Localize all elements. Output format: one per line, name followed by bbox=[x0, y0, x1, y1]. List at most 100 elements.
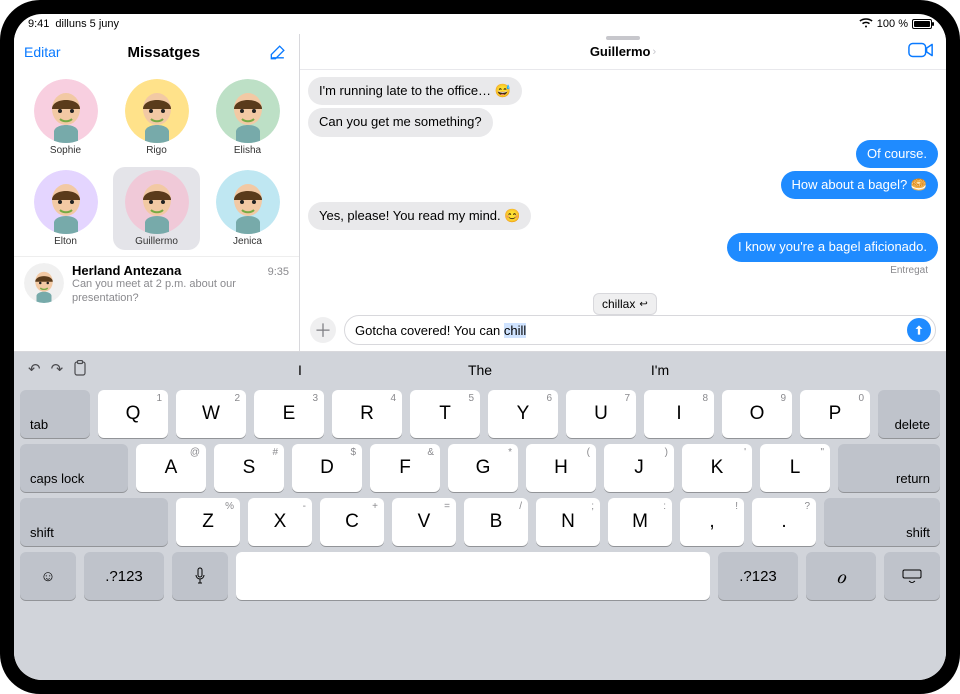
key-y[interactable]: 6Y bbox=[488, 390, 558, 438]
compose-button[interactable] bbox=[267, 41, 289, 63]
pinned-contact[interactable]: Guillermo bbox=[113, 167, 200, 250]
key-x[interactable]: -X bbox=[248, 498, 312, 546]
keyboard-row-3: shift%Z-X+C=V/B;N:M!,?.shift bbox=[20, 498, 940, 546]
key-z[interactable]: %Z bbox=[176, 498, 240, 546]
key-u[interactable]: 7U bbox=[566, 390, 636, 438]
numsym-key-left[interactable]: .?123 bbox=[84, 552, 164, 600]
key-w[interactable]: 2W bbox=[176, 390, 246, 438]
ipad-frame: 9:41 dilluns 5 juny 100 % Editar Missatg… bbox=[0, 0, 960, 694]
composer: chillax ↩︎ ＋ Gotcha covered! You can chi… bbox=[300, 309, 946, 351]
pinned-contact-name: Elton bbox=[54, 236, 77, 247]
facetime-button[interactable] bbox=[908, 40, 934, 60]
key-,[interactable]: !, bbox=[680, 498, 744, 546]
message-thread[interactable]: I'm running late to the office… 😅 Can you… bbox=[300, 70, 946, 309]
message-input-text: Gotcha covered! You can chill bbox=[355, 323, 907, 338]
key-v[interactable]: =V bbox=[392, 498, 456, 546]
key-j[interactable]: )J bbox=[604, 444, 674, 492]
key-o[interactable]: 9O bbox=[722, 390, 792, 438]
key-i[interactable]: 8I bbox=[644, 390, 714, 438]
pinned-contact[interactable]: Elton bbox=[22, 167, 109, 250]
key-d[interactable]: $D bbox=[292, 444, 362, 492]
key-a[interactable]: @A bbox=[136, 444, 206, 492]
pinned-contact-name: Rigo bbox=[146, 145, 167, 156]
undo-icon[interactable]: ↩︎ bbox=[639, 299, 647, 310]
delete-key[interactable]: delete bbox=[878, 390, 940, 438]
avatar bbox=[125, 79, 189, 143]
capslock-key[interactable]: caps lock bbox=[20, 444, 128, 492]
incoming-message[interactable]: I'm running late to the office… 😅 bbox=[308, 77, 938, 105]
pinned-grid: Sophie Rigo Elisha Elton Guillermo Jenic… bbox=[14, 70, 299, 256]
dictation-key[interactable] bbox=[172, 552, 228, 600]
key-b[interactable]: /B bbox=[464, 498, 528, 546]
message-input[interactable]: Gotcha covered! You can chill bbox=[344, 315, 936, 345]
hide-keyboard-key[interactable] bbox=[884, 552, 940, 600]
clipboard-button[interactable] bbox=[73, 360, 87, 380]
avatar bbox=[34, 170, 98, 234]
emoji-key[interactable]: ☺ bbox=[20, 552, 76, 600]
pinned-contact-name: Guillermo bbox=[135, 236, 178, 247]
undo-button[interactable]: ↶ bbox=[28, 360, 41, 380]
key-r[interactable]: 4R bbox=[332, 390, 402, 438]
message-bubble: How about a bagel? 🥯 bbox=[781, 171, 938, 199]
numsym-key-right[interactable]: .?123 bbox=[718, 552, 798, 600]
pinned-contact[interactable]: Elisha bbox=[204, 76, 291, 159]
key-f[interactable]: &F bbox=[370, 444, 440, 492]
chat-contact-name[interactable]: Guillermo bbox=[590, 44, 651, 59]
space-key[interactable] bbox=[236, 552, 710, 600]
key-c[interactable]: +C bbox=[320, 498, 384, 546]
delivered-label: Entregat bbox=[308, 265, 938, 276]
outgoing-message[interactable]: How about a bagel? 🥯 bbox=[308, 171, 938, 199]
key-s[interactable]: #S bbox=[214, 444, 284, 492]
key-e[interactable]: 3E bbox=[254, 390, 324, 438]
kb-suggestion-3[interactable]: I'm bbox=[570, 356, 750, 384]
pinned-contact[interactable]: Jenica bbox=[204, 167, 291, 250]
keyboard-toolbar: ↶ ↷ I The I'm bbox=[20, 356, 940, 384]
key-k[interactable]: 'K bbox=[682, 444, 752, 492]
shift-key-left[interactable]: shift bbox=[20, 498, 168, 546]
edit-button[interactable]: Editar bbox=[24, 44, 61, 60]
chat-header: Guillermo › bbox=[300, 34, 946, 70]
redo-button[interactable]: ↷ bbox=[51, 360, 64, 380]
keyboard[interactable]: ↶ ↷ I The I'm tab1Q2W3E4R5T6Y7U8I9O0Pdel… bbox=[14, 352, 946, 680]
keyboard-bottom-row: ☺ .?123 .?123 ℴ bbox=[20, 552, 940, 600]
outgoing-message[interactable]: Of course. bbox=[308, 140, 938, 168]
keyboard-row-1: tab1Q2W3E4R5T6Y7U8I9O0Pdelete bbox=[20, 390, 940, 438]
conversation-time: 9:35 bbox=[268, 266, 289, 278]
kb-suggestion-1[interactable]: I bbox=[210, 356, 390, 384]
key-.[interactable]: ?. bbox=[752, 498, 816, 546]
key-l[interactable]: "L bbox=[760, 444, 830, 492]
outgoing-message[interactable]: I know you're a bagel aficionado. bbox=[308, 233, 938, 261]
conversation-name: Herland Antezana bbox=[72, 263, 181, 278]
avatar bbox=[216, 170, 280, 234]
kb-suggestion-2[interactable]: The bbox=[390, 356, 570, 384]
avatar bbox=[216, 79, 280, 143]
key-h[interactable]: (H bbox=[526, 444, 596, 492]
predictive-suggestion-popover[interactable]: chillax ↩︎ bbox=[593, 293, 657, 315]
tab-key[interactable]: tab bbox=[20, 390, 90, 438]
key-q[interactable]: 1Q bbox=[98, 390, 168, 438]
conversation-row[interactable]: Herland Antezana 9:35 Can you meet at 2 … bbox=[14, 256, 299, 316]
status-date: dilluns 5 juny bbox=[55, 18, 119, 30]
message-bubble: Of course. bbox=[856, 140, 938, 168]
message-bubble: I'm running late to the office… 😅 bbox=[308, 77, 522, 105]
scribble-key[interactable]: ℴ bbox=[806, 552, 876, 600]
status-battery-pct: 100 % bbox=[877, 18, 908, 30]
pinned-contact[interactable]: Sophie bbox=[22, 76, 109, 159]
status-bar: 9:41 dilluns 5 juny 100 % bbox=[14, 14, 946, 34]
incoming-message[interactable]: Can you get me something? bbox=[308, 108, 938, 136]
keyboard-row-2: caps lock@A#S$D&F*G(H)J'K"Lreturn bbox=[20, 444, 940, 492]
key-p[interactable]: 0P bbox=[800, 390, 870, 438]
sidebar: Editar Missatges Sophie Rigo Elisha Elto… bbox=[14, 34, 300, 351]
chevron-right-icon[interactable]: › bbox=[653, 46, 657, 58]
pinned-contact[interactable]: Rigo bbox=[113, 76, 200, 159]
return-key[interactable]: return bbox=[838, 444, 940, 492]
shift-key-right[interactable]: shift bbox=[824, 498, 940, 546]
send-button[interactable] bbox=[907, 318, 931, 342]
incoming-message[interactable]: Yes, please! You read my mind. 😊 bbox=[308, 202, 938, 230]
key-n[interactable]: ;N bbox=[536, 498, 600, 546]
pinned-contact-name: Elisha bbox=[234, 145, 261, 156]
key-t[interactable]: 5T bbox=[410, 390, 480, 438]
attach-button[interactable]: ＋ bbox=[310, 317, 336, 343]
key-g[interactable]: *G bbox=[448, 444, 518, 492]
key-m[interactable]: :M bbox=[608, 498, 672, 546]
